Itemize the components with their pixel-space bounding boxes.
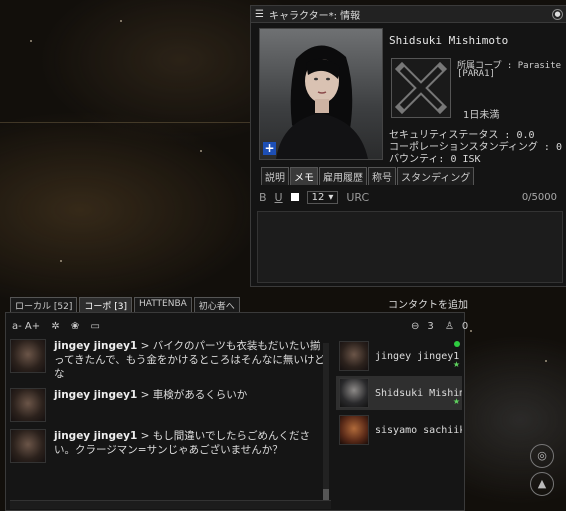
member-avatar [339,378,369,408]
tab-employment-history[interactable]: 雇用履歴 [319,167,367,185]
member-name: Shidsuki Mishimoto [375,387,462,399]
chat-message: jingey jingey1 > 車検があるくらいか [10,388,331,422]
info-tabs: 説明 メモ 雇用履歴 称号 スタンディング [261,167,475,185]
tab-local[interactable]: ローカル [52] [10,297,78,313]
notes-toolbar: B U 12 ▾ URC 0/5000 [259,186,565,208]
tab-standings[interactable]: スタンディング [397,167,475,185]
member-item[interactable]: sisyamo sachiiko [336,413,462,447]
font-size-select[interactable]: 12 ▾ [306,190,339,204]
window-titlebar[interactable]: ☰ キャラクター*: 情報 ● [251,6,566,23]
text-color-button[interactable] [290,193,299,201]
chat-body: a- A+ ✲ ❀ ▭ ⊖ 3 ♙ 0 jingey jingey1 > バイクのパ… [5,312,468,511]
background-star [200,150,202,152]
chat-tabs: ローカル [52] コーポ [3] HATTENBA 初心者へ [10,297,242,313]
message-scrollbar[interactable] [323,343,329,503]
character-age: 1日未満 [463,110,500,121]
underline-button[interactable]: U [275,191,283,204]
portrait-image [276,45,368,159]
background-star [30,40,32,42]
pilot-count: 0 [461,321,469,332]
character-name: Shidsuki Mishimoto [389,34,509,47]
chevron-down-icon: ▾ [328,191,334,203]
background-star [60,260,62,262]
sender-name[interactable]: jingey jingey1 [54,340,137,352]
character-info-window: ☰ キャラクター*: 情報 ● + Shidsuki Mishimoto 所属コ… [250,5,566,287]
member-item[interactable]: Shidsuki Mishimoto ★ [336,376,462,410]
corporation-ticker: [PARA1] [457,69,495,79]
member-name: sisyamo sachiiko [375,424,462,436]
ship-icon[interactable]: ▲ [530,472,554,496]
member-name: jingey jingey1 [375,350,460,362]
font-size-value: 12 [311,191,325,203]
add-portrait-button[interactable]: + [263,142,276,155]
window-title: キャラクター*: 情報 [268,10,361,22]
neocom-icons: ◎ ▲ [522,440,562,509]
tab-corp[interactable]: コーポ [3] [79,297,132,313]
sender-name[interactable]: jingey jingey1 [54,430,137,442]
pilot-icon: ♙ [444,321,454,332]
lock-icon: ⊖ [411,321,420,332]
tab-titles[interactable]: 称号 [368,167,396,185]
background-star [545,360,547,362]
star-icon: ★ [452,360,460,369]
tab-description[interactable]: 説明 [261,167,289,185]
tab-beginners[interactable]: 初心者へ [193,297,240,313]
speech-bubble-icon[interactable]: ▭ [90,321,99,332]
character-portrait: + [259,28,383,160]
sender-avatar[interactable] [10,339,46,373]
member-count: 3 [427,321,434,332]
member-list: jingey jingey1 ★ Shidsuki Mishimoto ★ si… [336,339,462,499]
bounty: バウンティ: 0 ISK [389,154,481,165]
bold-button[interactable]: B [259,191,267,204]
chat-window: ローカル [52] コーポ [3] HATTENBA 初心者へ a- A+ ✲ … [5,297,468,511]
menu-icon[interactable]: ☰ [255,9,264,20]
star-icon: ★ [452,397,460,406]
message-text: > 車検があるくらいか [137,389,248,401]
online-status-icon [454,341,460,347]
close-icon[interactable]: ● [552,8,563,20]
member-item[interactable]: jingey jingey1 ★ [336,339,462,373]
chat-message: jingey jingey1 > バイクのパーツも衣装もだいたい揃ってきたんで、… [10,339,331,381]
tab-notes[interactable]: メモ [290,167,318,185]
background-star [120,20,122,22]
member-toolbar: ⊖ 3 ♙ 0 [411,321,476,332]
sender-name[interactable]: jingey jingey1 [54,389,137,401]
chat-message: jingey jingey1 > もし間違いでしたらごめんください。クラージマン… [10,429,331,463]
notes-textarea[interactable] [257,211,563,283]
sender-avatar[interactable] [10,388,46,422]
corporation-logo-icon[interactable] [391,58,451,118]
users-icon[interactable]: ❀ [71,321,79,332]
background-haze [0,122,250,123]
member-avatar [339,341,369,371]
chat-toolbar: a- A+ ✲ ❀ ▭ [12,321,108,332]
font-size-buttons[interactable]: a- A+ [12,321,40,332]
url-button[interactable]: URC [346,191,369,204]
chat-input[interactable] [10,500,331,509]
tab-hattenba[interactable]: HATTENBA [133,297,192,313]
message-list: jingey jingey1 > バイクのパーツも衣装もだいたい揃ってきたんで、… [10,339,331,479]
gear-icon[interactable]: ✲ [51,321,59,332]
sender-avatar[interactable] [10,429,46,463]
character-count: 0/5000 [521,191,557,203]
member-avatar [339,415,369,445]
scanner-icon[interactable]: ◎ [530,444,554,468]
